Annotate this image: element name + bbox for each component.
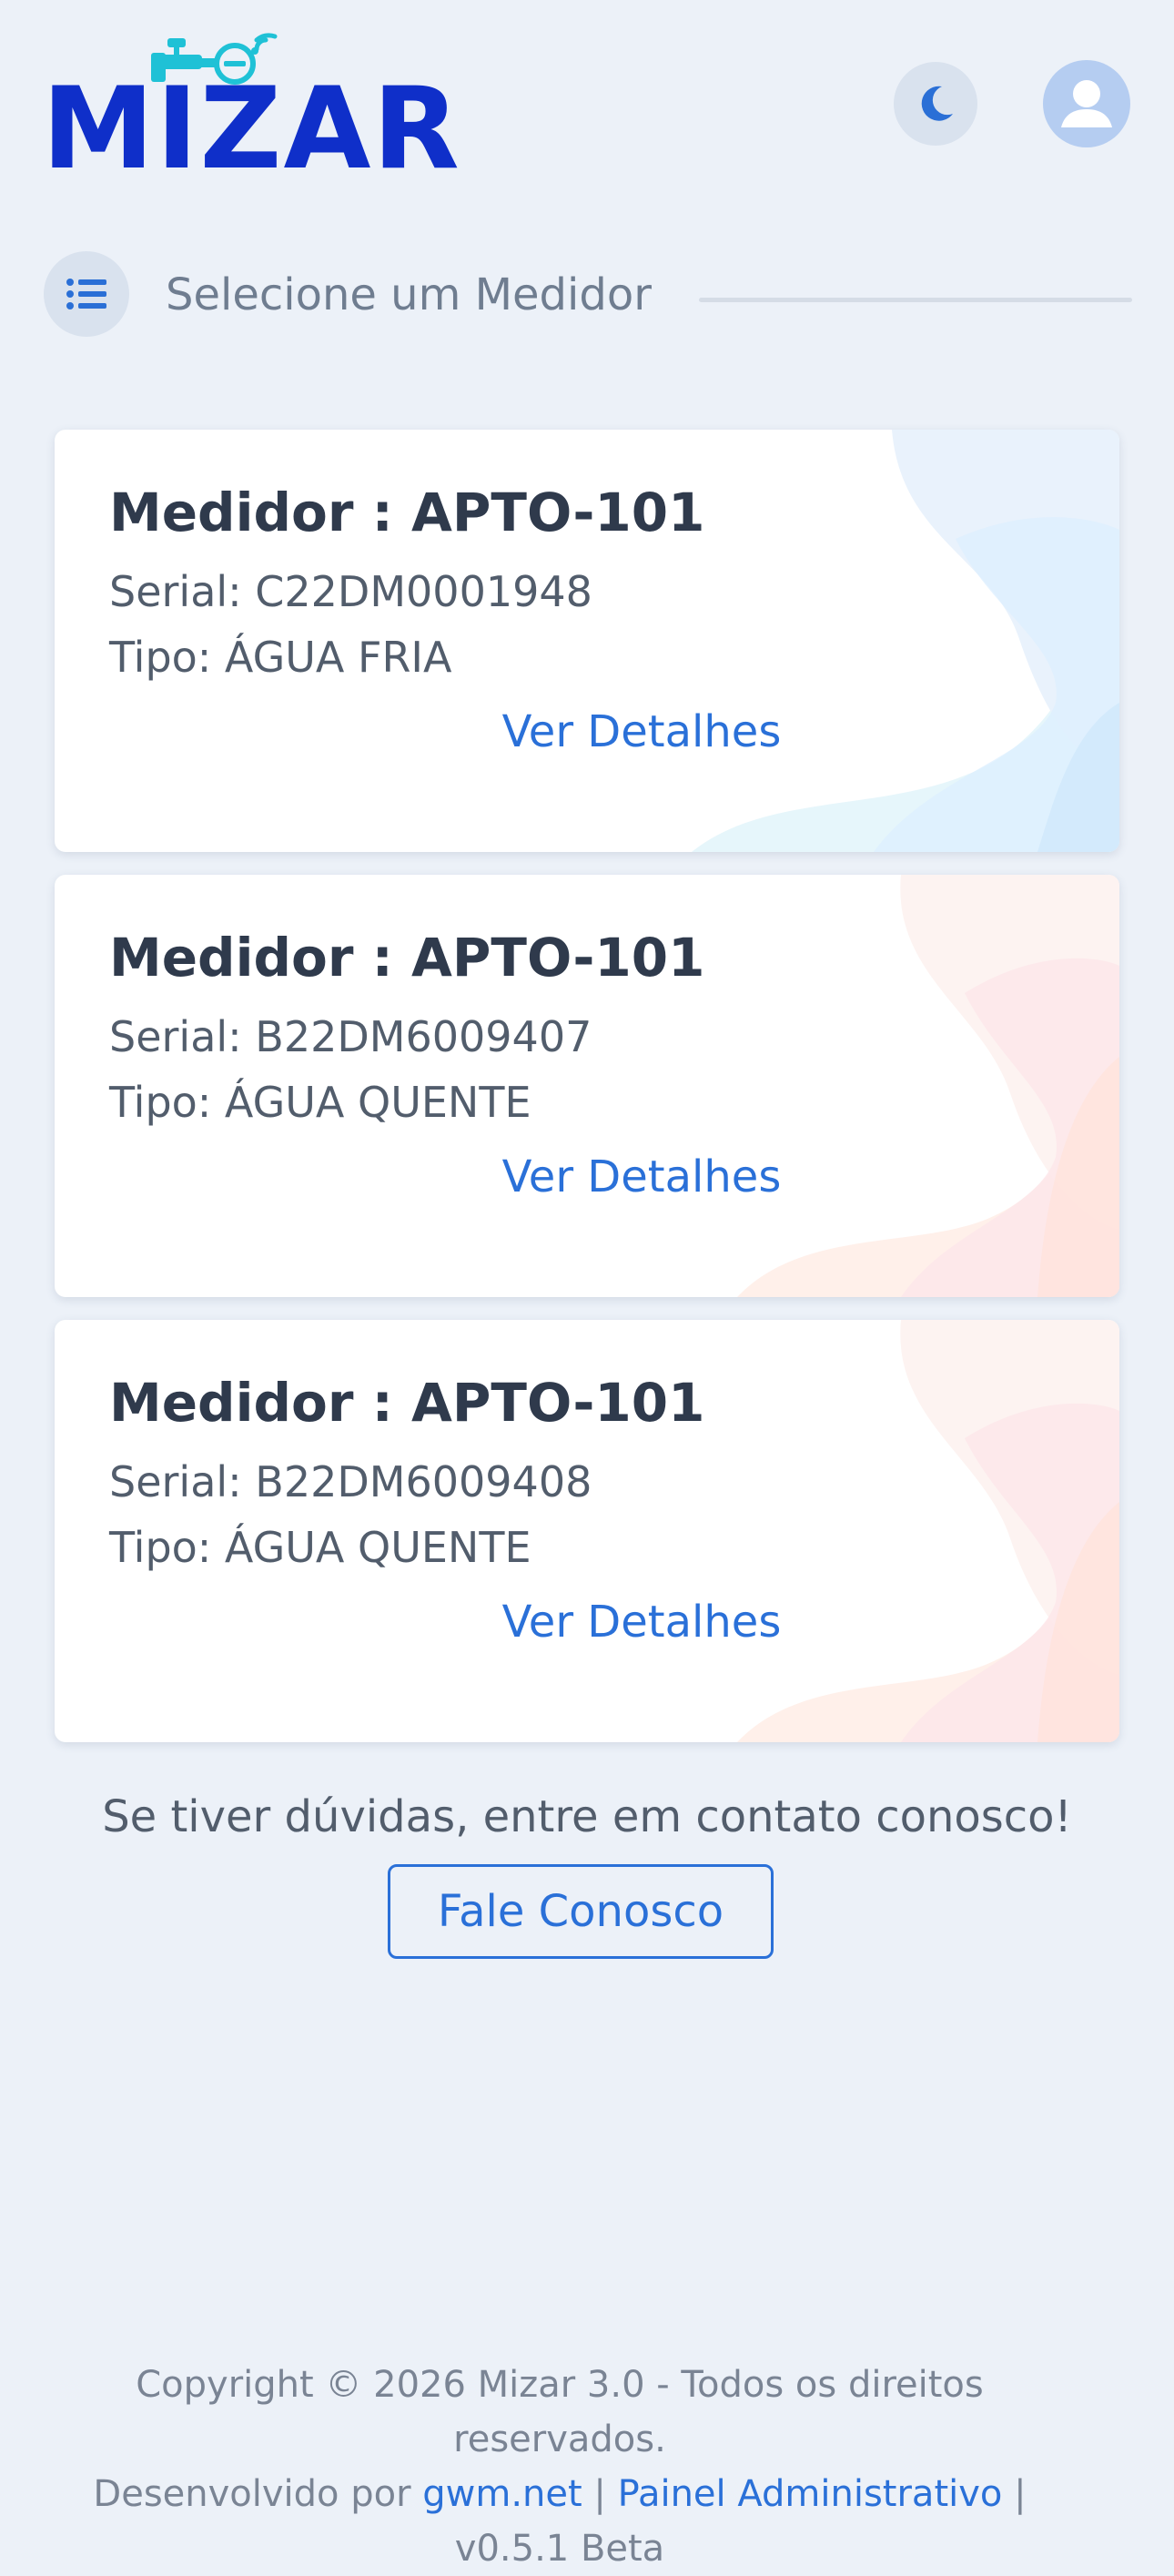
view-details-label: Ver Detalhes <box>501 706 782 757</box>
view-details-link[interactable]: Ver Detalhes <box>55 1150 1119 1204</box>
app-header: MIZAR <box>0 0 1174 218</box>
footer-links-line: Desenvolvido por gwm.net | Painel Admini… <box>55 2467 1065 2576</box>
footer-separator: | <box>593 2473 606 2515</box>
theme-toggle-button[interactable] <box>894 62 977 146</box>
meter-type: Tipo: ÁGUA QUENTE <box>109 1523 531 1572</box>
card-wave-decoration <box>737 875 1119 1297</box>
view-details-label: Ver Detalhes <box>501 1151 782 1202</box>
view-details-link[interactable]: Ver Detalhes <box>55 705 1119 759</box>
footer: Copyright © 2026 Mizar 3.0 - Todos os di… <box>55 2358 1065 2576</box>
card-wave-decoration <box>737 1320 1119 1742</box>
meter-title: Medidor : APTO-101 <box>109 482 705 543</box>
meter-title: Medidor : APTO-101 <box>109 1372 705 1434</box>
moon-icon <box>921 86 953 121</box>
meter-title: Medidor : APTO-101 <box>109 927 705 989</box>
meter-serial: Serial: B22DM6009408 <box>109 1457 592 1506</box>
meter-serial: Serial: B22DM6009407 <box>109 1012 592 1061</box>
view-details-link[interactable]: Ver Detalhes <box>55 1595 1119 1649</box>
section-title: Selecione um Medidor <box>166 269 652 320</box>
meter-card: Medidor : APTO-101 Serial: C22DM0001948 … <box>55 430 1119 852</box>
gwm-link[interactable]: gwm.net <box>422 2473 582 2515</box>
meter-card: Medidor : APTO-101 Serial: B22DM6009408 … <box>55 1320 1119 1742</box>
logo-text: MIZAR <box>42 64 461 195</box>
mizar-logo[interactable]: MIZAR <box>42 33 460 186</box>
contact-prompt: Se tiver dúvidas, entre em contato conos… <box>102 1791 1072 1842</box>
meter-serial: Serial: C22DM0001948 <box>109 567 592 616</box>
section-header: Selecione um Medidor <box>44 251 1132 339</box>
version-text: v0.5.1 Beta <box>454 2528 665 2570</box>
list-button[interactable] <box>44 251 129 337</box>
copyright-text: Copyright © 2026 Mizar 3.0 - Todos os di… <box>136 2364 984 2460</box>
list-icon <box>66 279 106 309</box>
section-divider <box>699 298 1132 302</box>
card-wave-decoration <box>692 430 1119 852</box>
user-icon <box>1061 80 1112 127</box>
contact-button[interactable]: Fale Conosco <box>388 1864 774 1959</box>
user-avatar-button[interactable] <box>1043 60 1130 147</box>
meter-card: Medidor : APTO-101 Serial: B22DM6009407 … <box>55 875 1119 1297</box>
admin-panel-link[interactable]: Painel Administrativo <box>618 2473 1003 2515</box>
meter-type: Tipo: ÁGUA QUENTE <box>109 1078 531 1127</box>
developed-by-text: Desenvolvido por <box>93 2473 411 2515</box>
view-details-label: Ver Detalhes <box>501 1597 782 1648</box>
footer-separator: | <box>1014 2473 1027 2515</box>
meter-type: Tipo: ÁGUA FRIA <box>109 633 452 682</box>
